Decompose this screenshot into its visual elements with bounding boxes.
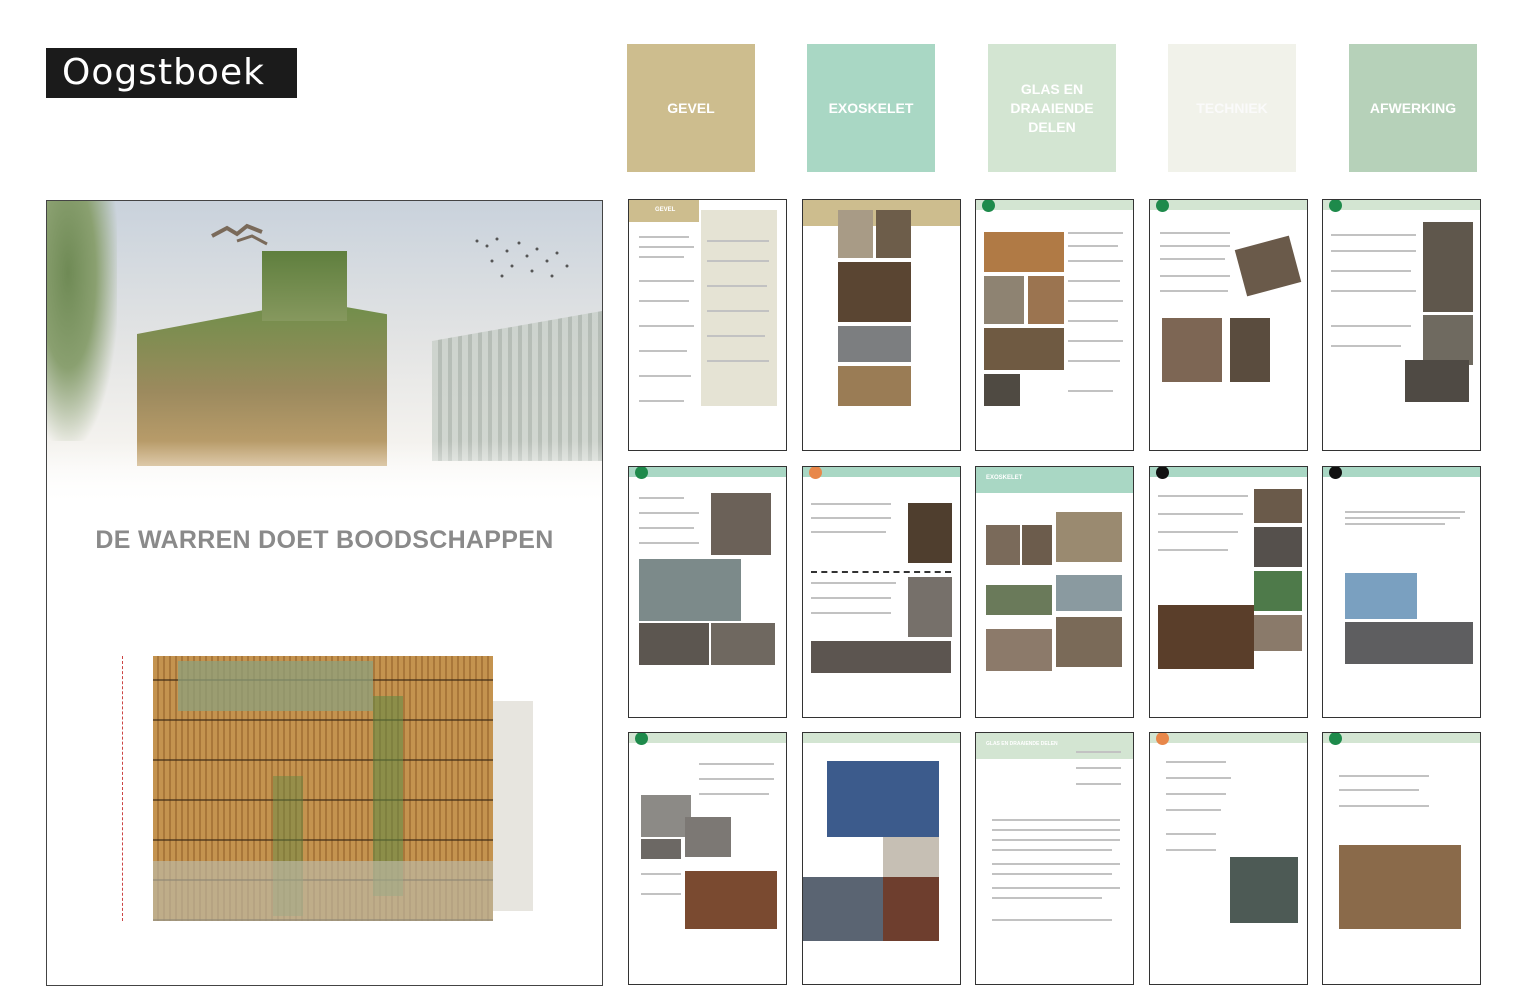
category-glas-en-draaiende-delen[interactable]: GLAS EN DRAAIENDE DELEN	[988, 44, 1116, 172]
category-gevel[interactable]: GEVEL	[627, 44, 755, 172]
category-label: AFWERKING	[1369, 99, 1457, 116]
category-exoskelet[interactable]: EXOSKELET	[807, 44, 935, 172]
page-exoskelet-3[interactable]: EXOSKELET	[975, 466, 1134, 718]
page-exoskelet-5[interactable]	[1322, 466, 1481, 718]
status-dot	[635, 467, 648, 479]
page-gevel-overview[interactable]: GEVEL	[628, 199, 787, 451]
status-dot	[1156, 200, 1169, 212]
category-afwerking[interactable]: AFWERKING	[1349, 44, 1477, 172]
status-dot	[1329, 200, 1342, 212]
page-gevel-photos[interactable]	[802, 199, 961, 451]
category-techniek[interactable]: TECHNIEK	[1168, 44, 1296, 172]
status-dot	[1329, 733, 1342, 745]
category-label: TECHNIEK	[1196, 99, 1268, 116]
category-label: EXOSKELET	[828, 99, 914, 116]
status-dot	[982, 200, 995, 212]
status-dot	[1156, 733, 1169, 745]
page-gevel-hardwood[interactable]	[1149, 199, 1308, 451]
page-title: GLAS EN DRAAIENDE DELEN	[986, 741, 1058, 747]
page-glas-3[interactable]: GLAS EN DRAAIENDE DELEN	[975, 732, 1134, 985]
birds-icon	[211, 223, 268, 246]
status-dot	[1329, 467, 1342, 479]
oogstboek-logo: Oogstboek	[46, 48, 297, 98]
page-exoskelet-1[interactable]	[628, 466, 787, 718]
page-glas-5[interactable]	[1322, 732, 1481, 985]
status-dot	[1156, 467, 1169, 479]
page-glas-2[interactable]	[802, 732, 961, 985]
status-dot	[809, 467, 822, 479]
status-dot	[635, 733, 648, 745]
page-gevel-materials[interactable]	[975, 199, 1134, 451]
cover-poster[interactable]: DE WARREN DOET BOODSCHAPPEN	[46, 200, 603, 986]
bird-flock-icon	[475, 237, 569, 278]
poster-title: DE WARREN DOET BOODSCHAPPEN	[95, 526, 554, 554]
roof-garden-image	[262, 251, 347, 321]
page-glas-1[interactable]	[628, 732, 787, 985]
page-title: GEVEL	[655, 207, 676, 213]
page-exoskelet-2[interactable]	[802, 466, 961, 718]
page-title: EXOSKELET	[986, 475, 1023, 481]
fade-overlay	[47, 441, 602, 511]
page-glas-4[interactable]	[1149, 732, 1308, 985]
category-label: GLAS EN DRAAIENDE DELEN	[1010, 80, 1094, 135]
facade-drawing	[122, 656, 533, 921]
tree-image	[47, 201, 117, 441]
page-exoskelet-4[interactable]	[1149, 466, 1308, 718]
page-gevel-wood-stack[interactable]	[1322, 199, 1481, 451]
category-label: GEVEL	[667, 99, 715, 116]
